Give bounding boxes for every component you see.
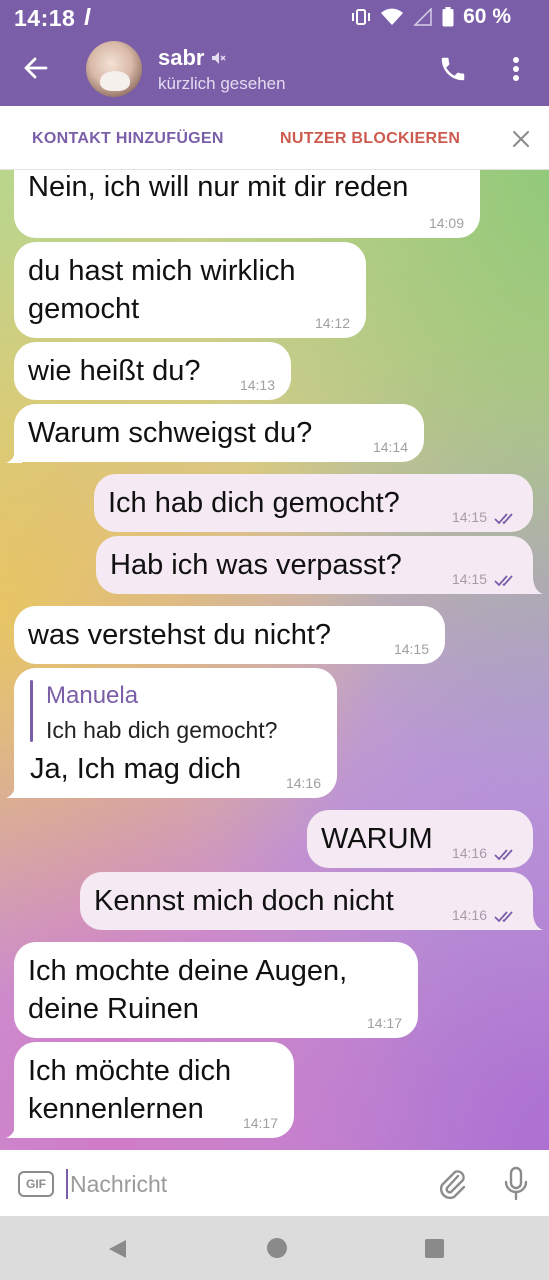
contact-title[interactable]: sabr <box>158 45 227 71</box>
back-arrow-icon[interactable] <box>22 54 50 82</box>
muted-speaker-icon <box>212 52 227 64</box>
block-user-button[interactable]: NUTZER BLOCKIEREN <box>280 130 460 148</box>
nav-home-icon[interactable] <box>267 1238 287 1258</box>
message-bubble-incoming[interactable]: Nein, ich will nur mit dir reden 14:09 <box>14 170 480 238</box>
bubble-tail <box>527 576 543 594</box>
message-time: 14:16 <box>451 907 487 923</box>
phone-call-icon[interactable] <box>438 54 468 84</box>
bubble-tail <box>6 445 22 463</box>
message-time: 14:14 <box>372 439 408 455</box>
close-icon[interactable] <box>512 130 530 148</box>
read-ticks-icon <box>494 513 513 525</box>
nav-back-icon[interactable] <box>106 1238 128 1260</box>
message-text: Ja, Ich mag dich <box>30 753 242 785</box>
contact-action-bar: KONTAKT HINZUFÜGEN NUTZER BLOCKIEREN <box>0 106 549 170</box>
reply-quote-bar <box>30 680 33 742</box>
message-time: 14:15 <box>393 641 429 657</box>
message-list[interactable]: Nein, ich will nur mit dir reden 14:09 d… <box>0 170 549 1150</box>
contact-avatar[interactable] <box>86 41 142 97</box>
message-bubble-incoming[interactable]: Ich möchte dich kennenlernen 14:17 <box>14 1042 294 1138</box>
message-time: 14:17 <box>366 1015 402 1031</box>
message-bubble-outgoing[interactable]: Kennst mich doch nicht 14:16 <box>80 872 533 930</box>
reply-author[interactable]: Manuela <box>46 682 138 710</box>
message-time: 14:12 <box>314 315 350 331</box>
message-text-line: du hast mich wirklich <box>28 255 296 287</box>
message-text: was verstehst du nicht? <box>28 619 332 651</box>
message-time: 14:16 <box>451 845 487 861</box>
message-text-line: gemocht <box>28 293 140 325</box>
message-composer: GIF <box>0 1150 549 1216</box>
message-bubble-outgoing[interactable]: WARUM 14:16 <box>307 810 533 868</box>
add-contact-button[interactable]: KONTAKT HINZUFÜGEN <box>32 130 224 148</box>
chat-header: sabr kürzlich gesehen <box>0 34 549 106</box>
message-bubble-outgoing[interactable]: Ich hab dich gemocht? 14:15 <box>94 474 533 532</box>
read-ticks-icon <box>494 849 513 861</box>
message-bubble-incoming[interactable]: wie heißt du? 14:13 <box>14 342 291 400</box>
message-bubble-outgoing[interactable]: Hab ich was verpasst? 14:15 <box>96 536 533 594</box>
read-ticks-icon <box>494 575 513 587</box>
vibrate-icon <box>352 9 371 25</box>
contact-status: kürzlich gesehen <box>158 74 286 93</box>
message-text-line: Ich möchte dich <box>28 1055 232 1087</box>
bubble-tail <box>527 912 543 930</box>
wifi-icon <box>381 8 404 25</box>
system-nav-bar <box>0 1216 549 1280</box>
message-bubble-incoming[interactable]: Warum schweigst du? 14:14 <box>14 404 424 462</box>
message-bubble-incoming[interactable]: Ich mochte deine Augen, deine Ruinen 14:… <box>14 942 418 1038</box>
message-text-line: Ich mochte deine Augen, <box>28 955 348 987</box>
message-text: Warum schweigst du? <box>28 417 313 449</box>
paperclip-icon[interactable] <box>436 1167 468 1201</box>
message-time: 14:15 <box>451 571 487 587</box>
text-cursor <box>66 1169 68 1199</box>
status-bar: 14:18 l 60 % <box>0 0 549 34</box>
message-time: 14:16 <box>285 775 321 791</box>
message-bubble-incoming[interactable]: du hast mich wirklich gemocht 14:12 <box>14 242 366 338</box>
message-time: 14:15 <box>451 509 487 525</box>
message-bubble-incoming[interactable]: was verstehst du nicht? 14:15 <box>14 606 445 664</box>
status-indicator-icon: l <box>84 4 91 30</box>
microphone-icon[interactable] <box>502 1166 530 1202</box>
message-time: 14:17 <box>242 1115 278 1131</box>
nav-recents-icon[interactable] <box>425 1239 444 1258</box>
more-vert-icon[interactable] <box>504 54 528 84</box>
message-bubble-incoming[interactable]: Manuela Ich hab dich gemocht? Ja, Ich ma… <box>14 668 337 798</box>
battery-icon <box>442 7 454 27</box>
message-text: Nein, ich will nur mit dir reden <box>28 171 409 203</box>
reply-text[interactable]: Ich hab dich gemocht? <box>46 716 277 744</box>
gif-button[interactable]: GIF <box>18 1171 54 1197</box>
bubble-tail <box>6 780 22 798</box>
message-time: 14:09 <box>428 215 464 231</box>
message-text: WARUM <box>321 823 433 855</box>
message-text-line: deine Ruinen <box>28 993 199 1025</box>
bubble-tail <box>6 1120 22 1138</box>
battery-percent: 60 % <box>463 5 511 28</box>
contact-name: sabr <box>158 45 205 70</box>
message-input[interactable] <box>70 1168 410 1200</box>
message-time: 14:13 <box>239 377 275 393</box>
signal-icon <box>413 8 432 26</box>
status-time: 14:18 <box>14 5 76 31</box>
read-ticks-icon <box>494 911 513 923</box>
